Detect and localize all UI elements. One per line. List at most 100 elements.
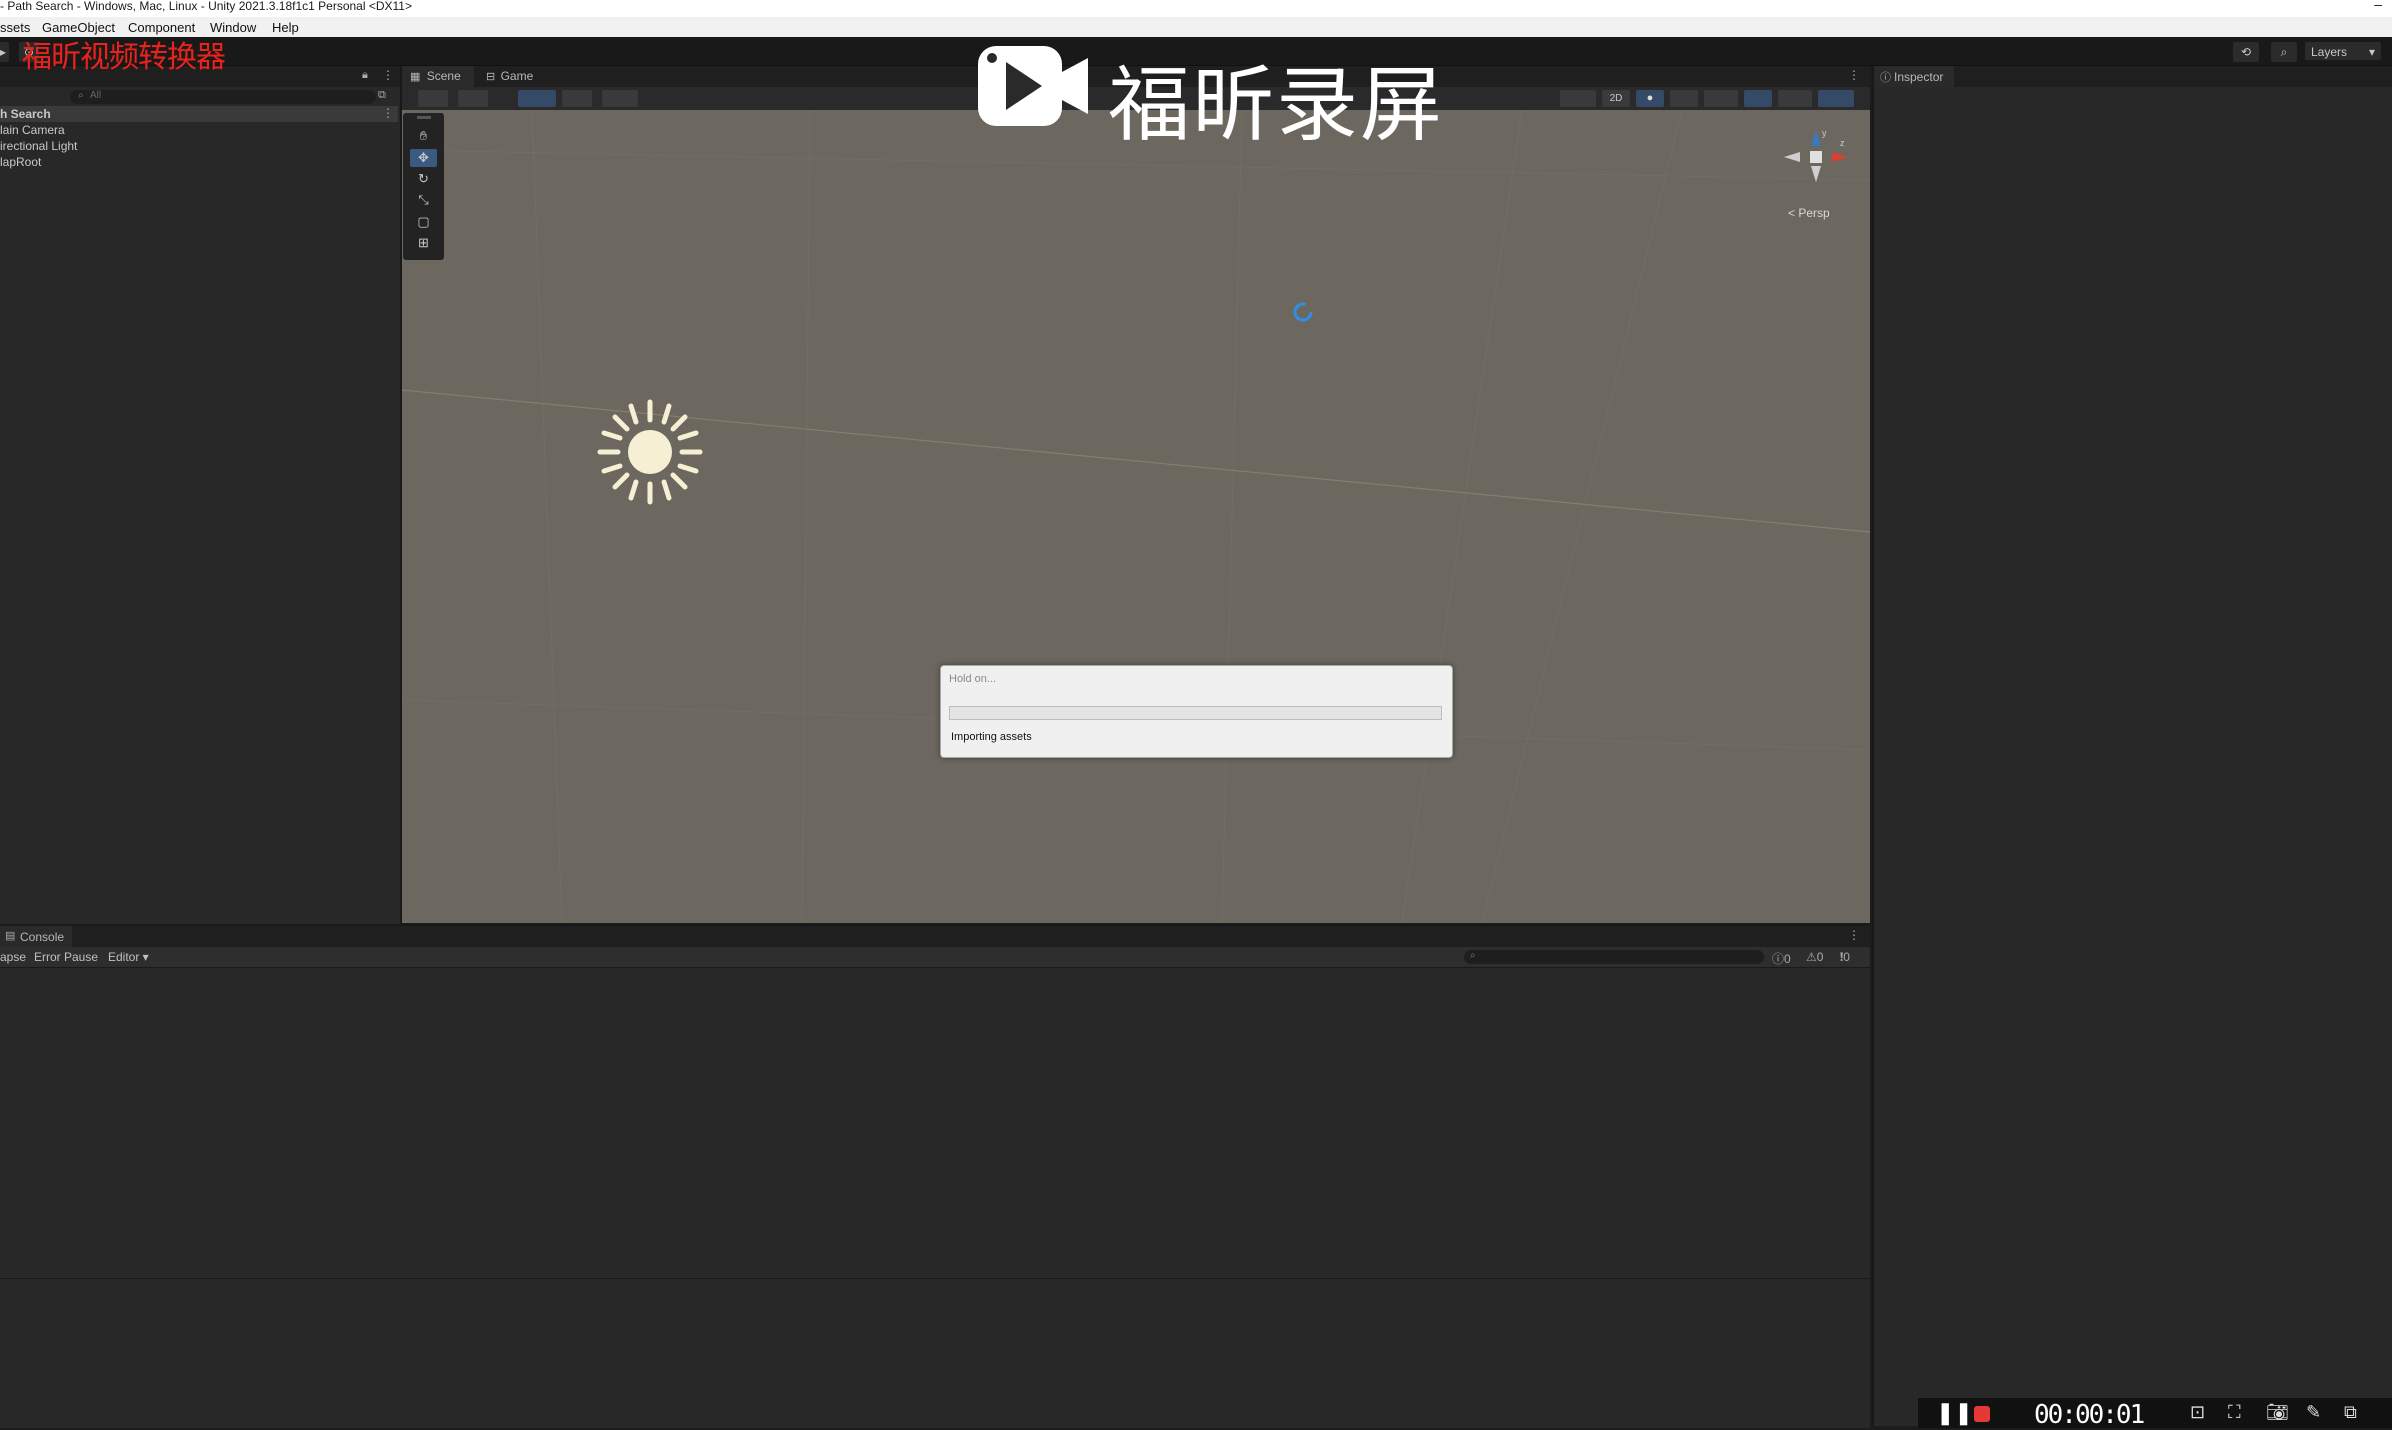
collapse-button[interactable]: apse [0,950,26,964]
rotate-tool-button[interactable]: ↻ [410,170,437,188]
scene-grid [402,110,1870,923]
mode-2d-toggle[interactable]: 2D [1602,90,1630,107]
search-icon: ⌕ [1470,950,1476,961]
draw-mode-dropdown[interactable] [418,90,448,107]
layers-dropdown[interactable]: Layers ▾ [2304,41,2382,61]
gizmos-dropdown[interactable] [1818,90,1854,107]
search-button[interactable]: ⌕ [2270,41,2298,63]
console-toolbar: apse Error Pause Editor ▾ ⌕ ⓘ0 ⚠︎0 ❗︎0 [0,947,1870,968]
console-search-input[interactable]: ⌕ [1464,950,1764,964]
lighting-toggle[interactable]: ● [1636,90,1664,107]
grid-icon: ▦ [410,71,421,83]
directional-light-sun-icon[interactable] [590,392,710,512]
list-item[interactable]: irectional Light [0,139,77,153]
warning-count: 0 [1816,950,1824,964]
persp-label[interactable]: < Persp [1788,206,1830,220]
draw-mode-sphere-button[interactable] [1560,90,1596,107]
console-title: Console [20,930,65,944]
rect-icon: ▢ [417,214,430,229]
gizmo-z-label: z [1840,138,1845,148]
list-item[interactable]: lapRoot [0,155,41,169]
shading-dropdown[interactable] [458,90,488,107]
orientation-gizmo[interactable]: y z [1776,126,1856,206]
transform-tool-button[interactable]: ⊞ [410,234,437,252]
history-icon: ⟲ [2240,45,2252,59]
error-pause-button[interactable]: Error Pause [34,950,98,964]
scene-view[interactable]: y z < Persp [402,110,1870,923]
hand-icon: ✋︎ [419,128,428,143]
increment-snap-dropdown[interactable] [602,90,638,107]
tab-console[interactable]: ▤ Console [0,926,72,947]
editor-dropdown[interactable]: Editor ▾ [108,950,149,964]
view-tool-button[interactable]: ✋︎ [410,127,437,145]
move-tool-button[interactable]: ✥ [410,149,437,167]
tab-game[interactable]: ⊟ Game [482,66,554,87]
info-count: 0 [1784,952,1791,966]
tab-scene-label: Scene [426,69,461,83]
tab-inspector[interactable]: ⓘ Inspector [1874,66,1954,87]
history-button[interactable]: ⟲ [2232,41,2260,63]
recorder-logo-icon [978,46,1088,126]
warning-icon: ⚠︎ [1806,950,1817,964]
grid-snap-dropdown[interactable] [518,90,556,107]
hierarchy-search-input[interactable]: ⌕ All [70,90,376,104]
hierarchy-panel: 🔒︎ ⋮ ⌕ All ⧉ h Search ⋮ lain Camera irec… [0,66,402,924]
list-item[interactable]: lain Camera [0,123,65,137]
info-count-toggle[interactable]: ⓘ0 [1772,950,1791,967]
stop-record-icon[interactable] [1974,1406,1990,1422]
scale-tool-button[interactable]: ⤡ [410,191,437,209]
converter-watermark: 福昕视频转换器 [22,40,226,75]
pen-icon[interactable]: ✎ [2306,1402,2321,1423]
rect-tool-button[interactable]: ▢ [410,213,437,231]
pause-icon[interactable]: ❚❚ [1936,1400,1973,1426]
tab-scene[interactable]: ▦ Scene [402,66,474,87]
lightbulb-icon: ● [1646,92,1654,104]
dialog-title: Hold on... [949,673,997,685]
console-divider[interactable] [0,1278,1870,1279]
hidden-objects-toggle[interactable] [1744,90,1772,107]
menu-bar: ssets GameObject Component Window Help [0,17,2392,37]
info-icon: ⓘ [1880,72,1891,84]
dialog-status: Importing assets [951,731,1032,743]
kebab-menu-icon[interactable]: ⋮ [382,68,394,82]
lock-icon[interactable]: 🔒︎ [362,69,368,82]
window-icon[interactable]: ⧉ [2344,1402,2357,1423]
inspector-tabbar: ⓘ Inspector [1874,66,2392,87]
search-placeholder: All [90,90,102,101]
audio-toggle[interactable] [1670,90,1698,107]
kebab-menu-icon[interactable]: ⋮ [1848,928,1860,942]
kebab-menu-icon[interactable]: ⋮ [382,106,394,120]
camera-settings-dropdown[interactable] [1778,90,1812,107]
console-panel: ▤ Console ⋮ apse Error Pause Editor ▾ ⌕ … [0,924,1870,1428]
warning-count-toggle[interactable]: ⚠︎0 [1806,950,1823,964]
screenshot-region-icon[interactable]: ⊡ [2190,1402,2205,1423]
filter-icon[interactable]: ⧉ [378,89,386,102]
tab-game-label: Game [500,69,534,83]
console-tabbar: ▤ Console ⋮ [0,926,1870,947]
scene-header-row[interactable]: h Search ⋮ [0,106,398,122]
search-icon: ⌕ [2280,45,2288,59]
window-title-bar: - Path Search - Windows, Mac, Linux - Un… [0,0,2392,17]
search-icon: ⌕ [78,90,84,101]
inspector-panel: ⓘ Inspector [1872,66,2392,1426]
account-button[interactable]: ▸ [0,41,10,63]
move-icon: ✥ [418,150,429,165]
recording-timer: 00:00:01 [2034,1400,2145,1430]
loading-spinner-icon [1293,302,1313,322]
gamepad-icon: ⊟ [486,71,496,83]
layers-label: Layers [2311,45,2348,59]
drag-handle[interactable] [417,116,431,119]
transform-icon: ⊞ [418,235,429,250]
minimize-button[interactable]: – [2374,0,2382,12]
menu-help[interactable]: Help [272,20,299,35]
kebab-menu-icon[interactable]: ⋮ [1848,68,1860,82]
gizmo-y-label: y [1822,128,1827,138]
console-icon: ▤ [5,930,16,942]
camera-icon[interactable]: 📷︎ [2266,1402,2289,1423]
grid-dropdown[interactable] [562,90,592,107]
effects-dropdown[interactable] [1704,90,1738,107]
fullscreen-icon[interactable]: ⛶ [2228,1402,2241,1423]
window-title: - Path Search - Windows, Mac, Linux - Un… [0,0,412,13]
error-count-toggle[interactable]: ❗︎0 [1840,950,1850,965]
rotate-icon: ↻ [418,171,429,186]
